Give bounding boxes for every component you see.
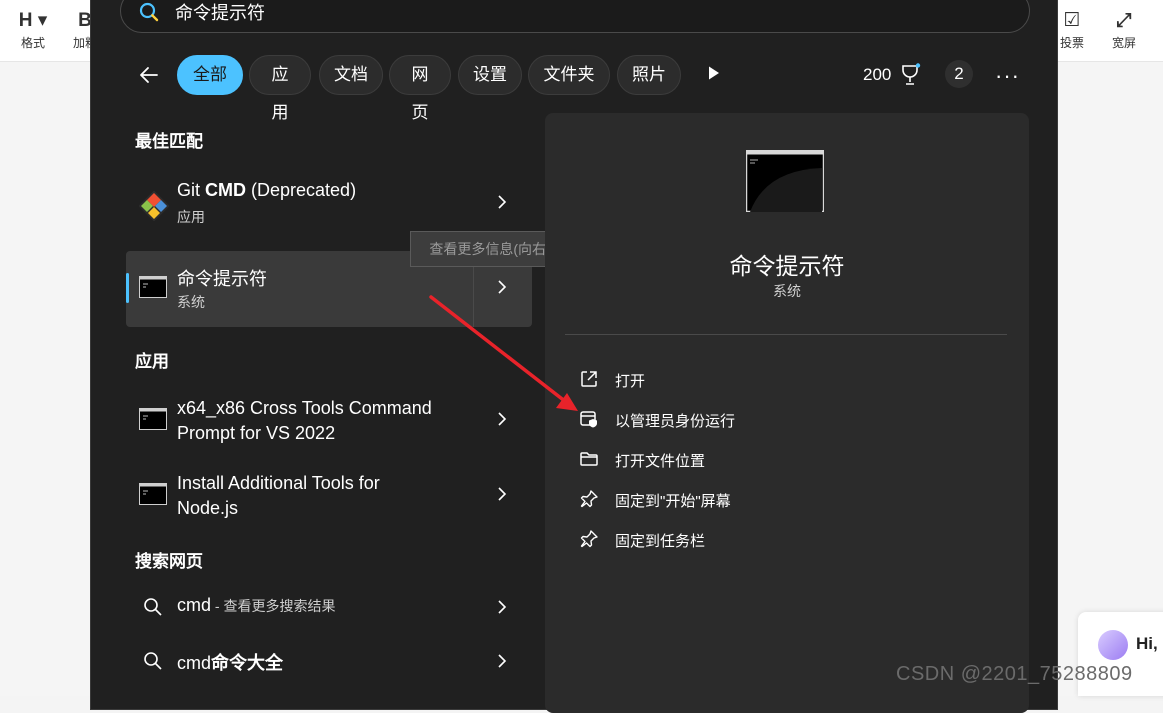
result-title-line2: Node.js [177,498,239,518]
search-icon [144,652,162,670]
watermark: CSDN @2201_75288809 [896,663,1133,685]
result-title: 命令提示符 [177,269,267,289]
chevron-right-icon[interactable] [496,411,508,427]
chevron-right-icon[interactable] [496,486,508,502]
widescreen-label: 宽屏 [1111,36,1136,50]
command-prompt-large-icon [746,150,824,212]
web-search-heading: 搜索网页 [135,552,203,571]
filter-photos[interactable]: 照片 [617,55,681,95]
search-icon [144,598,162,616]
web-query: cmd [177,653,212,673]
action-label: 以管理员身份运行 [615,413,736,430]
selection-indicator [126,273,129,303]
action-label: 打开 [615,373,646,390]
folder-icon [580,452,598,466]
result-node-tools[interactable]: Install Additional Tools for Node.js [126,458,532,534]
windows-search-panel: 全部 应用 文档 网页 设置 文件夹 照片 200 2 ··· 最佳匹配 Git… [90,0,1058,713]
format-label: 格式 [20,36,45,50]
action-label: 打开文件位置 [615,453,706,470]
rewards-points: 200 [863,65,892,84]
filter-documents[interactable]: 文档 [319,55,383,95]
detail-subtitle: 系统 [773,283,801,299]
title-part: (Deprecated) [246,180,357,200]
format-tool[interactable]: H ▾ 格式 [10,8,56,51]
account-badge[interactable]: 2 [945,60,973,88]
web-result-text: cmd - 查看更多搜索结果 [177,595,335,616]
shield-admin-icon [580,411,597,428]
pin-icon [580,530,598,548]
action-run-as-admin[interactable]: 以管理员身份运行 [579,405,979,435]
widescreen-tool[interactable]: ⤢ 宽屏 [1101,8,1147,51]
divider [565,334,1007,335]
action-open[interactable]: 打开 [579,365,979,395]
search-input[interactable] [175,0,675,26]
chevron-right-icon[interactable] [496,194,508,210]
filter-folders[interactable]: 文件夹 [528,55,610,95]
filter-settings[interactable]: 设置 [458,55,522,95]
detail-title: 命令提示符 [729,253,845,279]
more-options-icon[interactable]: ··· [995,63,1020,89]
expand-icon: ⤢ [1116,10,1132,31]
chat-greeting: Hi, [1136,634,1158,653]
result-subtitle: 应用 [177,209,205,225]
web-result-cmd[interactable]: cmd - 查看更多搜索结果 [126,583,532,633]
result-title-line1: Install Additional Tools for [177,473,380,493]
web-query-highlight: 命令大全 [211,653,284,673]
action-pin-to-taskbar[interactable]: 固定到任务栏 [579,525,979,555]
open-external-icon [581,371,597,387]
apps-heading: 应用 [135,352,169,371]
result-title-line1: x64_x86 Cross Tools Command [177,398,432,418]
git-cmd-icon [139,191,169,221]
web-suffix: - 查看更多搜索结果 [211,598,336,614]
filter-apps[interactable]: 应用 [249,55,311,122]
web-result-text: cmd命令大全 [177,649,283,675]
terminal-icon [139,483,167,505]
title-highlight: CMD [205,180,247,200]
heading-icon: H ▾ [18,10,48,31]
action-open-file-location[interactable]: 打开文件位置 [579,445,979,475]
chevron-right-icon[interactable] [496,279,508,295]
search-icon [139,2,159,22]
result-title: Git CMD (Deprecated) [177,180,356,201]
title-part: Git [177,180,206,200]
result-title-line2: Prompt for VS 2022 [177,423,336,443]
filter-web[interactable]: 网页 [389,55,451,122]
play-more-filters-icon[interactable] [707,65,721,81]
action-pin-to-start[interactable]: 固定到"开始"屏幕 [579,485,979,515]
detail-panel: 命令提示符 系统 打开 以管理员身份运行 打开文件位置 固定到"开始"屏幕 固定… [545,113,1029,713]
action-label: 固定到任务栏 [615,533,706,550]
best-match-heading: 最佳匹配 [135,132,203,151]
terminal-icon [139,276,167,298]
chevron-right-icon[interactable] [496,599,508,615]
pin-icon [580,490,598,508]
result-vs-cross-tools[interactable]: x64_x86 Cross Tools Command Prompt for V… [126,383,532,459]
rewards-trophy-icon[interactable] [899,63,921,87]
chevron-right-icon[interactable] [496,653,508,669]
back-arrow-icon[interactable] [137,63,161,87]
assistant-avatar [1098,630,1128,660]
terminal-icon [139,408,167,430]
search-box[interactable] [120,0,1030,33]
web-result-cmd-commands[interactable]: cmd命令大全 [126,637,532,687]
web-query: cmd [177,595,212,615]
filter-all[interactable]: 全部 [177,55,243,95]
result-subtitle: 系统 [177,294,205,310]
action-label: 固定到"开始"屏幕 [615,493,731,510]
